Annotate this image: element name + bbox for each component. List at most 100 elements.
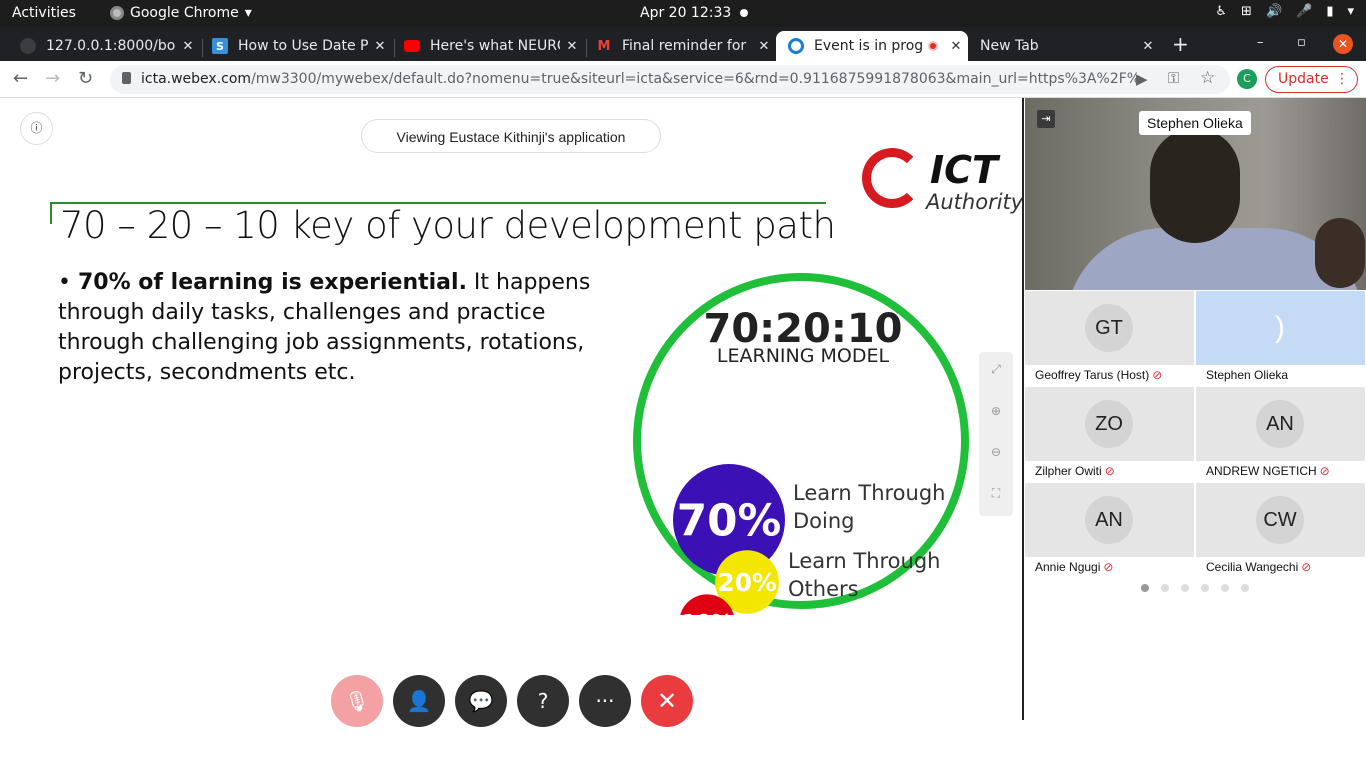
unmute-button[interactable]: 🎙	[331, 675, 383, 727]
window-close-button[interactable]: ✕	[1333, 34, 1353, 54]
clock[interactable]: Apr 20 12:33	[640, 5, 731, 21]
webex-icon	[788, 38, 804, 54]
address-bar[interactable]: icta.webex.com/mw3300/mywebex/default.do…	[110, 65, 1230, 94]
camera-icon[interactable]: ▶	[1136, 70, 1148, 88]
tab-webex-event[interactable]: Event is in prog ✕	[776, 31, 968, 61]
fullscreen-icon[interactable]: ⛶	[979, 486, 1013, 501]
pager-dot[interactable]	[1201, 584, 1209, 592]
update-label: Update	[1278, 71, 1329, 87]
participant-name-bar: Zilpher Owiti ⊘	[1025, 461, 1194, 481]
slide-title: 70 – 20 – 10 key of your development pat…	[60, 204, 836, 247]
participant-tile[interactable]: AN ANDREW NGETICH ⊘	[1196, 387, 1365, 481]
tab-new-tab[interactable]: New Tab ✕	[968, 31, 1160, 61]
tab-title: How to Use Date Pi	[238, 38, 368, 54]
tab-close-icon[interactable]: ✕	[752, 39, 776, 54]
battery-icon[interactable]: ▮	[1326, 4, 1333, 19]
logo-swirl-icon	[862, 148, 922, 208]
zoom-out-icon[interactable]: ⊖	[979, 445, 1013, 459]
tab-title: 127.0.0.1:8000/boo	[46, 38, 176, 54]
participant-avatar: AN	[1256, 400, 1304, 448]
tab-gmail[interactable]: M Final reminder for ✕	[576, 31, 776, 61]
bookmark-star-icon[interactable]: ☆	[1200, 68, 1215, 88]
fit-screen-icon[interactable]: ⤢	[979, 362, 1013, 377]
video-figure-hand	[1315, 218, 1365, 288]
microphone-locked-icon: 🎙	[344, 689, 370, 713]
more-options-button[interactable]: ···	[579, 675, 631, 727]
info-button[interactable]: ⓘ	[20, 112, 53, 145]
activities-button[interactable]: Activities	[12, 5, 76, 21]
active-speaker-name: Stephen Olieka	[1139, 111, 1251, 135]
app-menu[interactable]: Google Chrome ▾	[110, 5, 252, 21]
forward-button[interactable]: →	[45, 68, 60, 89]
minimize-button[interactable]: –	[1257, 35, 1264, 50]
url-text[interactable]: icta.webex.com/mw3300/mywebex/default.do…	[141, 71, 1141, 87]
panel-divider[interactable]	[1022, 98, 1024, 720]
question-icon: ?	[537, 689, 549, 713]
microphone-icon[interactable]: 🎤	[1296, 4, 1312, 19]
mic-off-icon: ⊘	[1104, 464, 1115, 478]
volume-icon[interactable]: 🔊	[1266, 4, 1282, 19]
chart-subtitle: LEARNING MODEL	[717, 345, 890, 367]
segment-text-label: Learn Through	[793, 481, 945, 505]
tray-chevron-down-icon[interactable]: ▾	[1347, 4, 1354, 19]
pager-dot[interactable]	[1141, 584, 1149, 592]
bullet-dot: •	[58, 270, 78, 295]
zoom-in-icon[interactable]: ⊕	[979, 404, 1013, 418]
tab-date-picker[interactable]: S How to Use Date Pi ✕	[192, 31, 392, 61]
recording-icon	[928, 41, 938, 51]
collapse-panel-icon[interactable]: ⇥	[1037, 110, 1055, 128]
participant-name-bar: Annie Ngugi ⊘	[1025, 557, 1194, 577]
participant-tile[interactable]: CW Cecilia Wangechi ⊘	[1196, 483, 1365, 577]
pager-dot[interactable]	[1161, 584, 1169, 592]
participant-avatar: GT	[1085, 304, 1133, 352]
tab-youtube[interactable]: Here's what NEURO ✕	[384, 31, 584, 61]
participant-avatar: AN	[1085, 496, 1133, 544]
participant-name: Annie Ngugi	[1035, 560, 1101, 574]
tab-title: Here's what NEURO	[430, 38, 560, 54]
ict-authority-logo: ICT Authority	[862, 146, 1023, 216]
participant-avatar: CW	[1256, 496, 1304, 544]
system-tray[interactable]: ♿ ⊞ 🔊 🎤 ▮ ▾	[1215, 4, 1354, 19]
menu-icon[interactable]: ⋮	[1335, 67, 1349, 92]
back-button[interactable]: ←	[13, 68, 28, 89]
leave-meeting-button[interactable]: ✕	[641, 675, 693, 727]
participant-tile[interactable]: GT Geoffrey Tarus (Host) ⊘	[1025, 291, 1194, 385]
chat-button[interactable]: 💬	[455, 675, 507, 727]
participant-name-bar: ANDREW NGETICH ⊘	[1196, 461, 1365, 481]
reload-button[interactable]: ↻	[78, 68, 93, 89]
url-domain: icta.webex.com	[141, 71, 252, 87]
tab-close-icon[interactable]: ✕	[944, 39, 968, 54]
mic-off-icon: ⊘	[1319, 464, 1330, 478]
tab-title: Event is in prog	[814, 38, 922, 54]
pager-dot[interactable]	[1221, 584, 1229, 592]
tab-close-icon[interactable]: ✕	[1136, 39, 1160, 54]
chrome-icon	[110, 6, 124, 20]
participants-panel: ⇥ Stephen Olieka GT Geoffrey Tarus (Host…	[1025, 98, 1366, 720]
gmail-icon: M	[597, 38, 611, 54]
participant-tile-speaking[interactable]: ) Stephen Olieka	[1196, 291, 1365, 385]
more-icon: ···	[595, 689, 615, 713]
participant-tile[interactable]: ZO Zilpher Owiti ⊘	[1025, 387, 1194, 481]
lock-icon[interactable]	[122, 72, 131, 84]
participant-pager	[1141, 584, 1249, 592]
segment-text-label: Others	[788, 577, 859, 601]
participant-name: ANDREW NGETICH	[1206, 464, 1317, 478]
key-icon[interactable]: ⚿	[1168, 69, 1179, 87]
segment-percent-label: 20%	[717, 568, 777, 597]
participants-button[interactable]: 👤	[393, 675, 445, 727]
profile-avatar[interactable]: C	[1237, 69, 1257, 89]
participant-name: Cecilia Wangechi	[1206, 560, 1299, 574]
maximize-button[interactable]: ▫	[1297, 35, 1306, 50]
participant-tile[interactable]: AN Annie Ngugi ⊘	[1025, 483, 1194, 577]
tab-localhost[interactable]: 127.0.0.1:8000/boo ✕	[0, 31, 200, 61]
accessibility-icon[interactable]: ♿	[1215, 4, 1227, 19]
pager-dot[interactable]	[1181, 584, 1189, 592]
new-tab-button[interactable]: +	[1172, 32, 1189, 56]
network-icon[interactable]: ⊞	[1241, 4, 1252, 19]
qa-button[interactable]: ?	[517, 675, 569, 727]
viewing-banner: Viewing Eustace Kithinji's application	[361, 119, 661, 153]
tab-title: Final reminder for	[622, 38, 747, 54]
mic-off-icon: ⊘	[1103, 560, 1114, 574]
update-button[interactable]: Update ⋮	[1265, 66, 1358, 93]
pager-dot[interactable]	[1241, 584, 1249, 592]
